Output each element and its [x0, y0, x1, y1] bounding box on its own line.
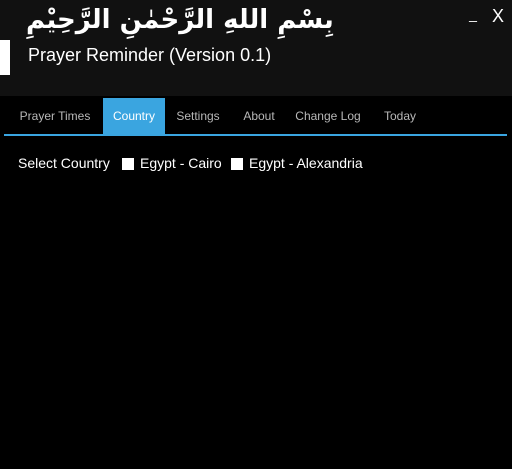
option-label-egypt-alexandria[interactable]: Egypt - Alexandria [249, 155, 363, 171]
country-panel: Select Country Egypt - Cairo Egypt - Ale… [0, 136, 512, 469]
title-bar: بِسْمِ اللهِ الرَّحْمٰنِ الرَّحِيْمِ Pra… [0, 0, 512, 96]
minimize-button[interactable]: _ [462, 6, 484, 26]
checkbox-egypt-alexandria[interactable] [231, 158, 243, 170]
accent-bar [0, 40, 10, 75]
tab-settings[interactable]: Settings [170, 98, 226, 134]
tab-prayer-times[interactable]: Prayer Times [12, 98, 98, 134]
tab-country[interactable]: Country [103, 98, 165, 134]
app-title: Prayer Reminder (Version 0.1) [28, 45, 272, 65]
tab-today[interactable]: Today [376, 98, 424, 134]
close-button[interactable]: X [487, 6, 509, 26]
tab-about[interactable]: About [236, 98, 282, 134]
select-country-label: Select Country [18, 155, 110, 171]
basmala-text: بِسْمِ اللهِ الرَّحْمٰنِ الرَّحِيْمِ [26, 5, 334, 35]
option-label-egypt-cairo[interactable]: Egypt - Cairo [140, 155, 222, 171]
checkbox-egypt-cairo[interactable] [122, 158, 134, 170]
tab-change-log[interactable]: Change Log [292, 98, 364, 134]
tab-bar: Prayer Times Country Settings About Chan… [0, 98, 512, 134]
